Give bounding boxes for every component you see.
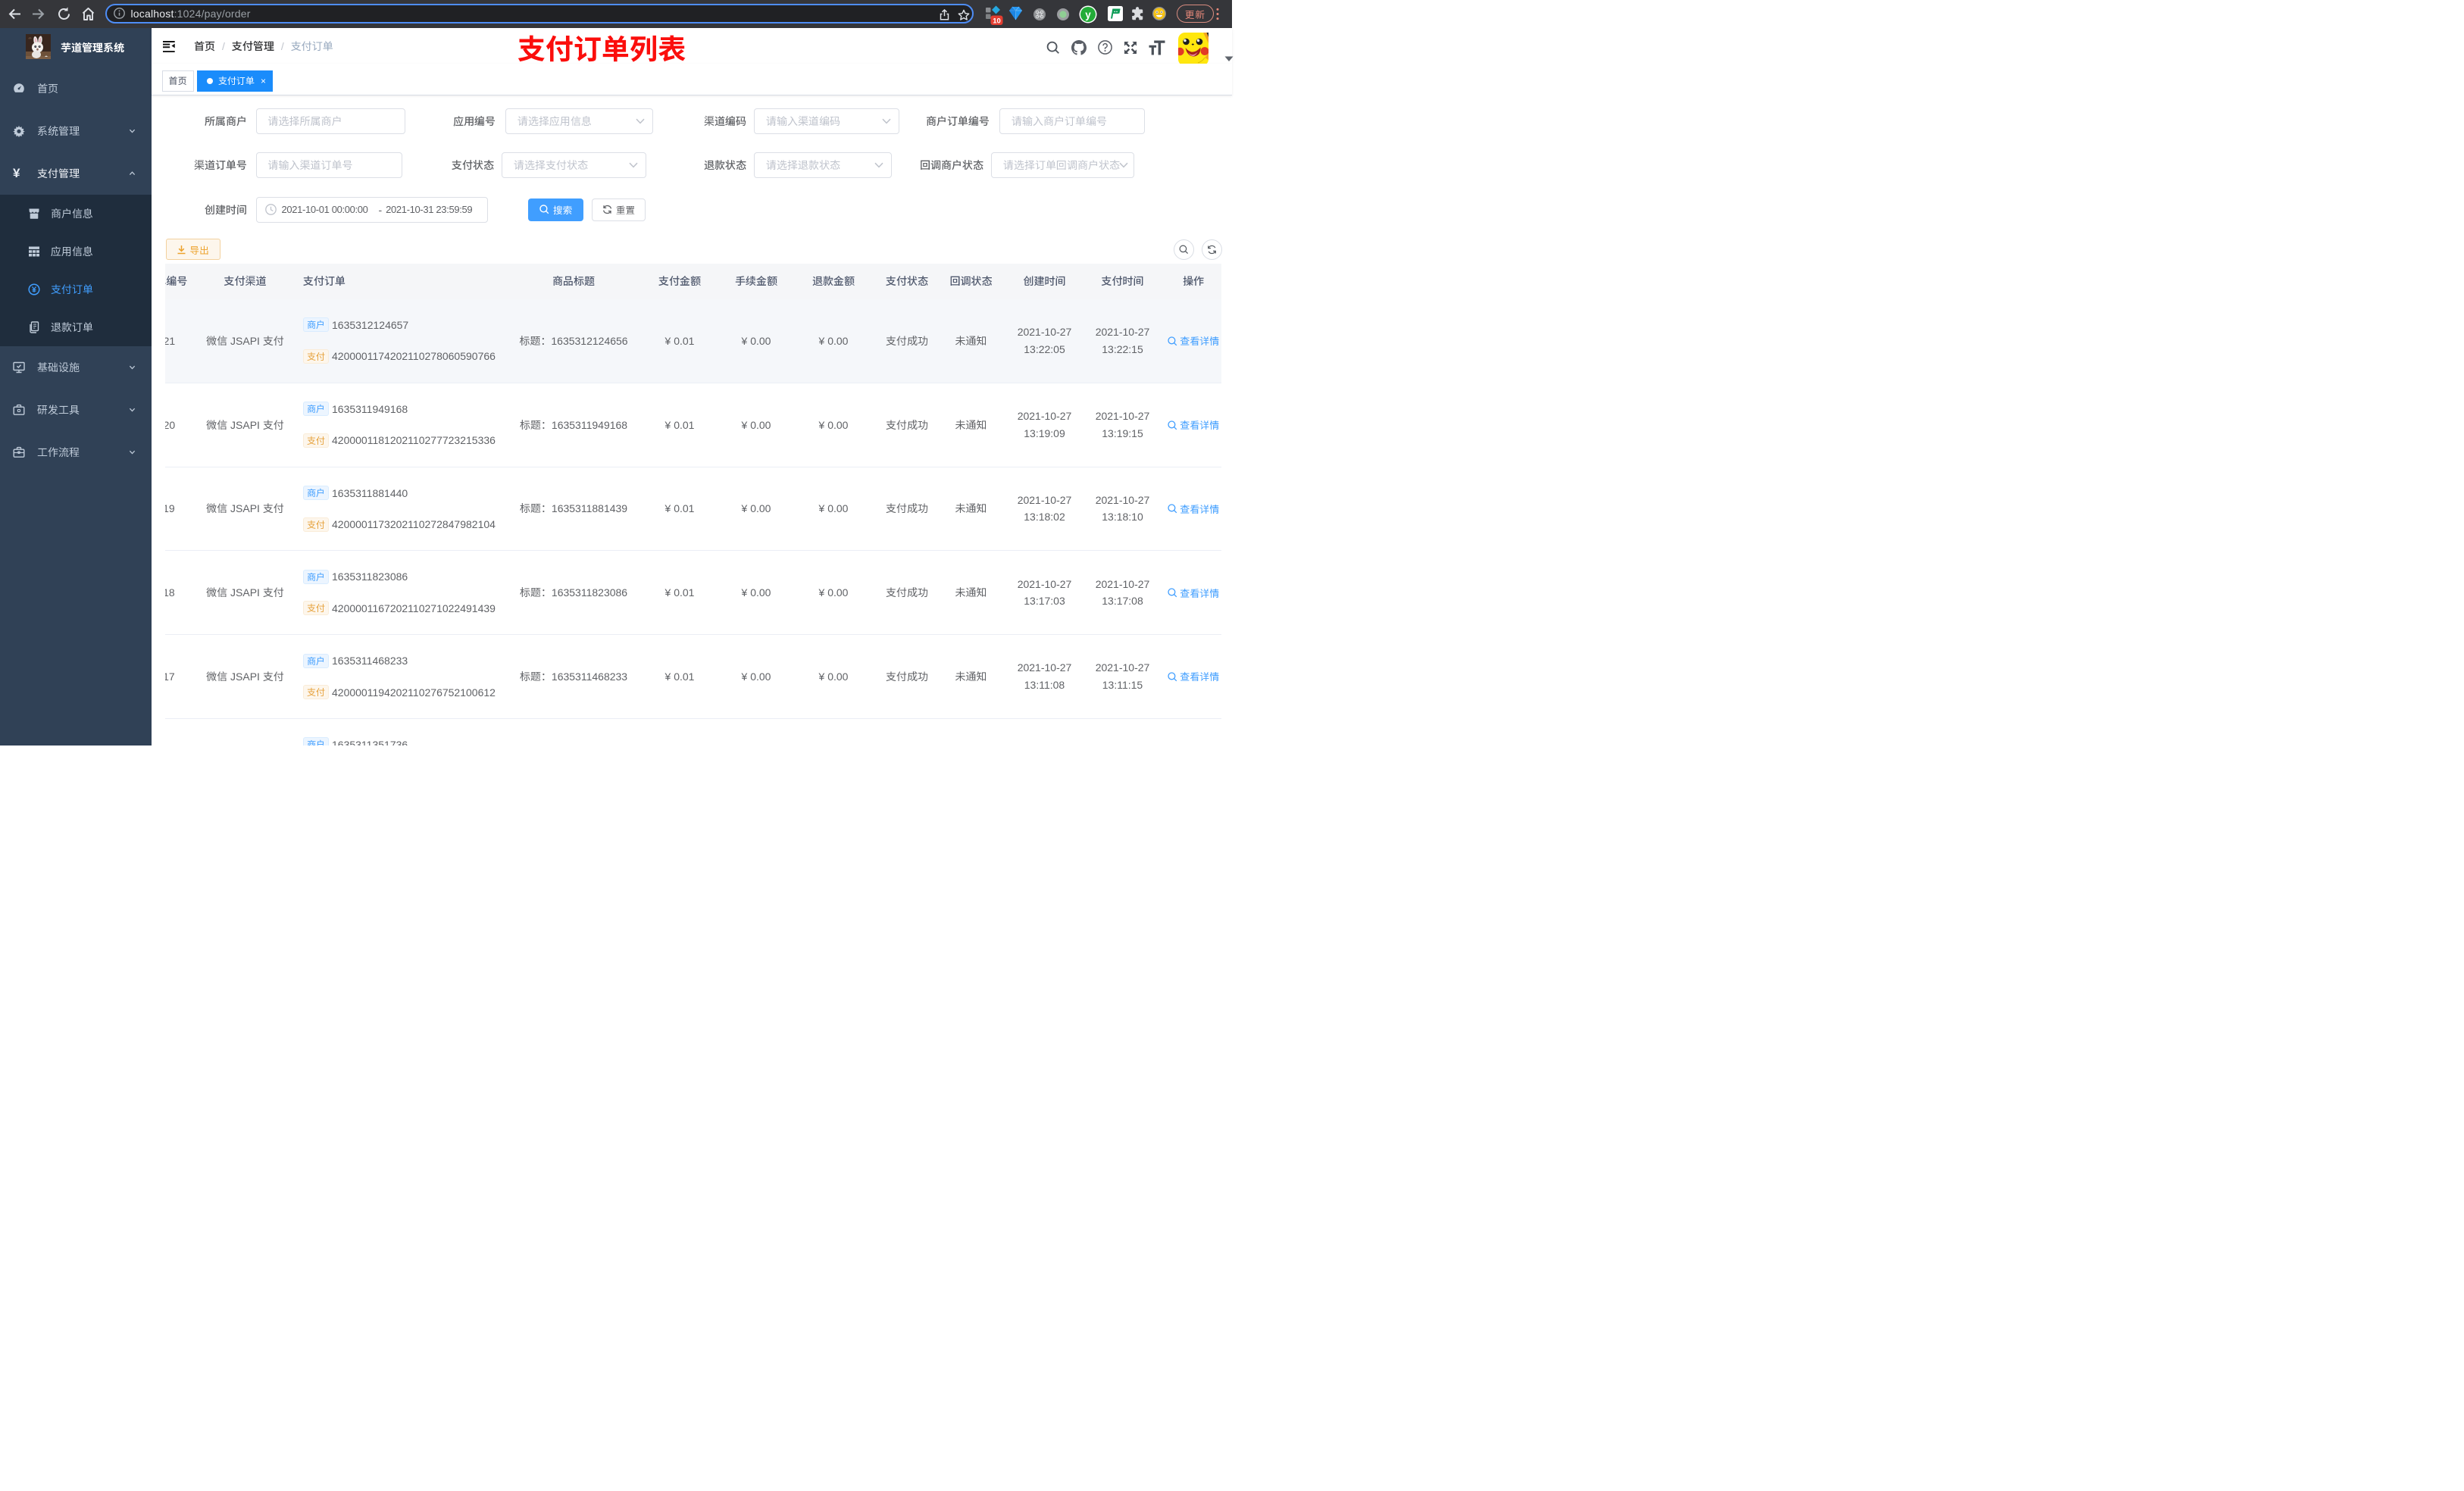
svg-text:y: y xyxy=(1085,8,1091,20)
svg-text:10: 10 xyxy=(993,17,1001,25)
